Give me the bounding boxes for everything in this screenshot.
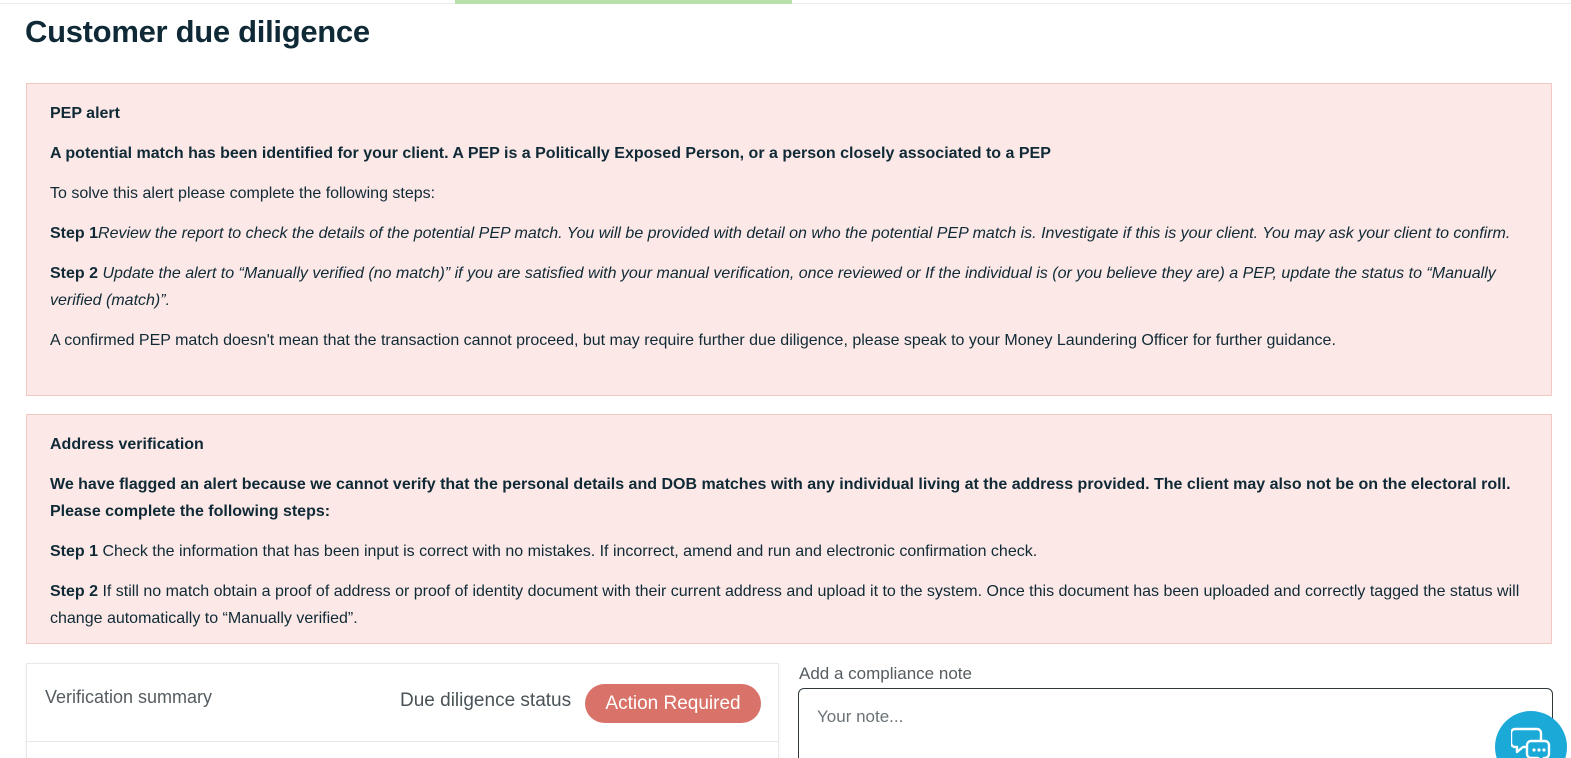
address-alert-step-1: Step 1 Check the information that has be… bbox=[50, 538, 1527, 565]
verification-summary-title: Verification summary bbox=[45, 687, 213, 707]
compliance-note-label: Add a compliance note bbox=[799, 664, 972, 683]
pep-alert-footer: A confirmed PEP match doesn't mean that … bbox=[50, 332, 1336, 349]
step-label: Step 2 bbox=[50, 583, 99, 600]
step-label: Step 1 bbox=[50, 225, 99, 242]
pep-alert-step-1: Step 1Review the report to check the det… bbox=[50, 220, 1527, 247]
address-alert-step-2: Step 2 If still no match obtain a proof … bbox=[50, 578, 1527, 632]
verification-summary-card: Verification summary Due diligence statu… bbox=[26, 663, 779, 758]
pep-alert-panel: PEP alert A potential match has been ide… bbox=[26, 83, 1552, 396]
page-title: Customer due diligence bbox=[25, 14, 370, 49]
address-verification-panel: Address verification We have flagged an … bbox=[26, 414, 1552, 644]
step-label: Step 1 bbox=[50, 543, 99, 560]
compliance-note-input[interactable] bbox=[798, 688, 1553, 758]
address-alert-title: Address verification bbox=[50, 436, 204, 453]
step-text: Check the information that has been inpu… bbox=[102, 543, 1038, 560]
pep-alert-step-2: Step 2 Update the alert to “Manually ver… bbox=[50, 260, 1527, 314]
pep-alert-lead: A potential match has been identified fo… bbox=[50, 145, 1051, 162]
step-text: Review the report to check the details o… bbox=[98, 225, 1511, 242]
summary-divider bbox=[27, 741, 778, 742]
step-label: Step 2 bbox=[50, 265, 99, 282]
address-alert-lead: We have flagged an alert because we cann… bbox=[50, 476, 1511, 520]
pep-alert-title: PEP alert bbox=[50, 105, 120, 122]
step-text: If still no match obtain a proof of addr… bbox=[50, 583, 1520, 627]
pep-alert-intro: To solve this alert please complete the … bbox=[50, 185, 436, 202]
progress-indicator bbox=[455, 0, 792, 4]
step-text: Update the alert to “Manually verified (… bbox=[50, 265, 1496, 309]
status-badge: Action Required bbox=[585, 684, 761, 723]
chat-bubbles-icon bbox=[1511, 727, 1551, 758]
due-diligence-status-label: Due diligence status bbox=[400, 690, 572, 711]
